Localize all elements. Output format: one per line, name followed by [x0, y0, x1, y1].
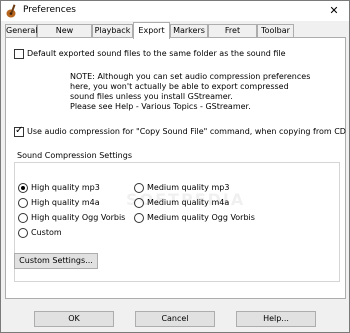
radio-medium-ogg[interactable] [134, 213, 144, 223]
note-line: NOTE: Although you can set audio compres… [70, 72, 311, 81]
radio-custom[interactable] [18, 228, 28, 238]
export-panel: Default exported sound files to the same… [5, 37, 346, 299]
default-folder-checkbox[interactable] [14, 49, 24, 59]
cancel-button[interactable]: Cancel [135, 311, 215, 327]
tab-fret-display[interactable]: Fret Display [208, 24, 257, 47]
tab-playback[interactable]: Playback [92, 24, 133, 37]
radio-selected-dot [21, 186, 25, 190]
tab-general[interactable]: General [5, 24, 38, 37]
preferences-window: Preferences ✕ General New Windows Playba… [0, 0, 350, 333]
note-line: here, you won't actually be able to expo… [70, 82, 289, 91]
close-icon[interactable]: ✕ [319, 1, 349, 21]
radio-high-ogg-label[interactable]: High quality Ogg Vorbis [31, 213, 125, 222]
tab-markers[interactable]: Markers [170, 24, 208, 37]
radio-high-mp3[interactable] [18, 183, 28, 193]
radio-medium-ogg-label[interactable]: Medium quality Ogg Vorbis [147, 213, 255, 222]
radio-custom-label[interactable]: Custom [31, 228, 62, 237]
watermark: SOFTPEDIA [126, 190, 246, 209]
note-line: sound files unless you install GStreamer… [70, 92, 233, 101]
tab-new-windows[interactable]: New Windows [37, 24, 92, 47]
window-title: Preferences [23, 5, 76, 15]
radio-high-mp3-label[interactable]: High quality mp3 [31, 183, 100, 192]
group-title: Sound Compression Settings [15, 151, 134, 160]
gstreamer-note: NOTE: Although you can set audio compres… [70, 72, 310, 112]
checkmark-icon: ✓ [15, 125, 24, 136]
tab-strip: General New Windows Playback Export Mark… [5, 22, 347, 47]
radio-high-ogg[interactable] [18, 213, 28, 223]
help-button[interactable]: Help... [236, 311, 316, 327]
title-bar: Preferences ✕ [1, 1, 349, 21]
tab-toolbar[interactable]: Toolbar [257, 24, 294, 37]
note-line: Please see Help - Various Topics - GStre… [70, 102, 251, 111]
use-compression-checkbox[interactable]: ✓ [14, 125, 24, 137]
tab-export[interactable]: Export [133, 22, 170, 39]
custom-settings-button[interactable]: Custom Settings... [14, 253, 98, 269]
ok-button[interactable]: OK [34, 311, 114, 327]
guitar-app-icon [6, 4, 16, 18]
radio-high-m4a[interactable] [18, 198, 28, 208]
default-folder-label[interactable]: Default exported sound files to the same… [27, 49, 286, 58]
radio-high-m4a-label[interactable]: High quality m4a [31, 198, 100, 207]
use-compression-label[interactable]: Use audio compression for "Copy Sound Fi… [27, 127, 346, 136]
